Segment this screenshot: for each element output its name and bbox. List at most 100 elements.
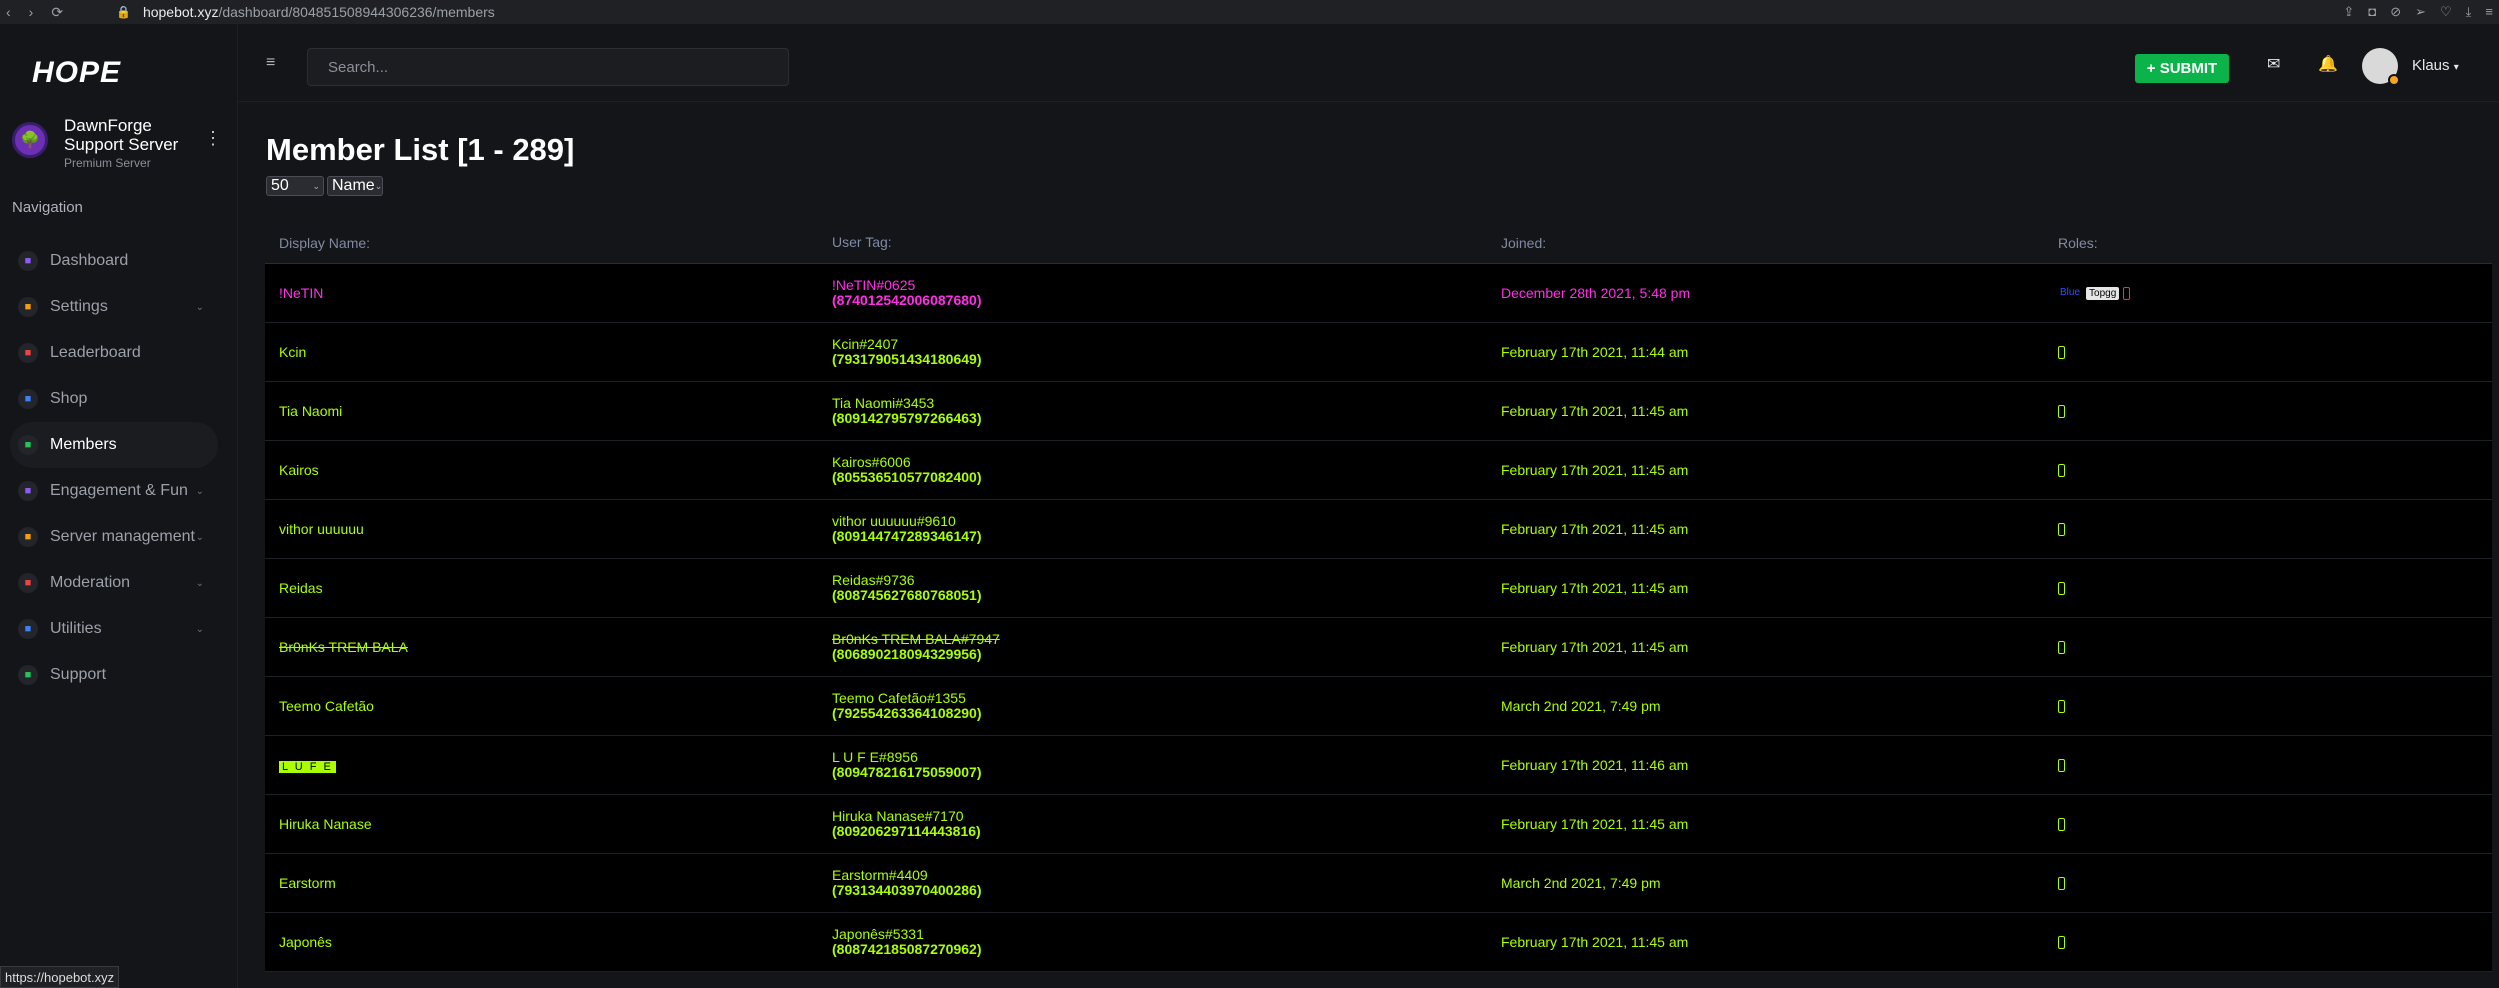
roles [2058,817,2478,831]
send-icon[interactable]: ➢ [2415,4,2426,20]
sidebar-item-settings[interactable]: ■ Settings ⌄ [10,284,218,330]
table-row[interactable]: Japonês Japonês#5331 (808742185087270962) F… [265,913,2492,972]
kebab-menu-icon[interactable]: ⋮ [204,128,222,149]
table-row[interactable]: Tia Naomi Tia Naomi#3453 (8091427957972664… [265,382,2492,441]
sort-select[interactable]: Name ⌄ [327,176,383,196]
sidebar-item-server-management[interactable]: ■ Server management ⌄ [10,514,218,560]
user-tag: Br0nKs TREM BALA#7947 (806890218094329956… [832,632,1501,662]
table-row[interactable]: Br0nKs TREM BALA Br0nKs TREM BALA#7947 (80… [265,618,2492,677]
joined-date: December 28th 2021, 5:48 pm [1501,285,1691,301]
user-tag: Tia Naomi#3453 (809142795797266463) [832,396,1501,426]
sidebar-item-leaderboard[interactable]: ■ Leaderboard [10,330,218,376]
hope-logo[interactable]: HOPE [32,56,121,90]
users-icon: ■ [18,435,38,455]
user-id: (808745627680768051) [832,587,982,603]
forward-icon[interactable]: › [29,4,34,21]
share-icon[interactable]: ⇪ [2343,4,2354,20]
page-size-select[interactable]: 50 ⌄ [266,176,324,196]
user-tag-text: Kcin#2407 [832,336,899,352]
bag-icon: ■ [18,389,38,409]
display-name-text: !NeTIN [279,285,324,301]
sidebar-item-label: Shop [50,390,88,407]
role-badge [2058,404,2065,418]
sidebar-item-dashboard[interactable]: ■ Dashboard [10,238,218,284]
sidebar-item-shop[interactable]: ■ Shop [10,376,218,422]
sidebar-item-support[interactable]: ■ Support [10,652,218,698]
header-roles[interactable]: Roles: [2058,235,2478,251]
chevron-down-icon: ⌄ [195,577,204,589]
reload-icon[interactable]: ⟳ [51,4,63,21]
user-id: (793179051434180649) [832,351,982,367]
user-tag-text: Japonês#5331 [832,926,924,942]
header-user-tag[interactable]: User Tag: [832,235,1501,250]
joined-date: February 17th 2021, 11:45 am [1501,521,1689,537]
menu-icon[interactable]: ≡ [2485,4,2493,20]
heart-icon[interactable]: ♡ [2440,4,2452,20]
caret-down-icon: ▾ [2453,62,2459,73]
roles [2058,699,2478,713]
table-body: !NeTIN !NeTIN#0625 (874012542006087680) Dec… [265,264,2492,972]
chevron-down-icon: ⌄ [374,180,383,191]
chevron-down-icon: ⌄ [195,531,204,543]
user-menu[interactable]: Klaus ▾ [2412,57,2459,74]
joined-date: February 17th 2021, 11:45 am [1501,639,1689,655]
table-row[interactable]: vithor uuuuuu vithor uuuuuu#9610 (80914474… [265,500,2492,559]
sidebar-item-engagement-fun[interactable]: ■ Engagement & Fun ⌄ [10,468,218,514]
role-badge [2123,286,2131,300]
roles [2058,522,2478,536]
header-display-name[interactable]: Display Name: [279,235,846,251]
table-row[interactable]: Teemo Cafetão Teemo Cafetão#1355 (79255426… [265,677,2492,736]
sidebar-item-label: Leaderboard [50,344,141,361]
hamburger-icon[interactable]: ≡ [266,54,275,72]
sidebar-item-members[interactable]: ■ Members [10,422,218,468]
user-tag: Kairos#6006 (805536510577082400) [832,455,1501,485]
display-name: Teemo Cafetão [279,698,846,714]
role-badge [2058,463,2065,477]
roles [2058,758,2478,772]
address-bar[interactable]: hopebot.xyz/dashboard/804851508944306236… [143,4,495,20]
user-id: (793134403970400286) [832,882,982,898]
sidebar-item-moderation[interactable]: ■ Moderation ⌄ [10,560,218,606]
table-row[interactable]: Kcin Kcin#2407 (793179051434180649) Februar… [265,323,2492,382]
user-id: (806890218094329956) [832,646,982,662]
user-tag-text: Tia Naomi#3453 [832,395,935,411]
table-row[interactable]: Hiruka Nanase Hiruka Nanase#7170 (80920629… [265,795,2492,854]
trophy-icon: ■ [18,343,38,363]
sidebar-item-label: Dashboard [50,252,129,269]
question-icon: ■ [18,665,38,685]
server-card[interactable]: 🌳 DawnForge Support Server Premium Serve… [12,114,222,174]
roles: Blue Topgg [2058,286,2478,300]
display-name-text: Teemo Cafetão [279,698,374,714]
table-row[interactable]: Reidas Reidas#9736 (808745627680768051) Feb… [265,559,2492,618]
download-icon[interactable]: ⤓ [2466,4,2472,20]
display-name-text: Japonês [279,934,332,950]
back-icon[interactable]: ‹ [6,4,11,21]
user-avatar[interactable] [2362,48,2400,86]
mail-icon[interactable]: ✉ [2267,54,2280,74]
user-tag: vithor uuuuuu#9610 (809144747289346147) [832,514,1501,544]
table-row[interactable]: Kairos Kairos#6006 (805536510577082400) Feb… [265,441,2492,500]
sidebar-item-label: Server management [50,528,195,545]
browser-bar: ‹ › ⟳ 🔒 hopebot.xyz/dashboard/8048515089… [0,0,2499,24]
bell-icon[interactable]: 🔔 [2318,54,2338,74]
joined-date: March 2nd 2021, 7:49 pm [1501,875,1661,891]
display-name: Reidas [279,580,846,596]
chevron-down-icon: ⌄ [195,485,204,497]
navigation-heading: Navigation [12,199,83,216]
user-id: (809206297114443816) [832,823,981,839]
status-dot [2388,74,2400,86]
table-row[interactable]: L U F EL U F E#8956 (809478216175059007) F… [265,736,2492,795]
search-input[interactable] [307,48,789,86]
table-row[interactable]: !NeTIN !NeTIN#0625 (874012542006087680) Dec… [265,264,2492,323]
roles [2058,876,2478,890]
sidebar-nav: ■ Dashboard ■ Settings ⌄ ■ Leaderboard ■ Shop ■ Me… [10,238,218,698]
sidebar-item-utilities[interactable]: ■ Utilities ⌄ [10,606,218,652]
grid-icon: ■ [18,251,38,271]
submit-button[interactable]: + SUBMIT [2135,54,2229,83]
header-joined[interactable]: Joined: [1501,235,2058,251]
table-row[interactable]: Earstorm Earstorm#4409 (793134403970400286… [265,854,2492,913]
camera-icon[interactable]: ◘ [2368,4,2376,20]
block-icon[interactable]: ⊘ [2390,4,2401,20]
display-name: Hiruka Nanase [279,816,846,832]
sidebar-item-label: Settings [50,298,108,315]
